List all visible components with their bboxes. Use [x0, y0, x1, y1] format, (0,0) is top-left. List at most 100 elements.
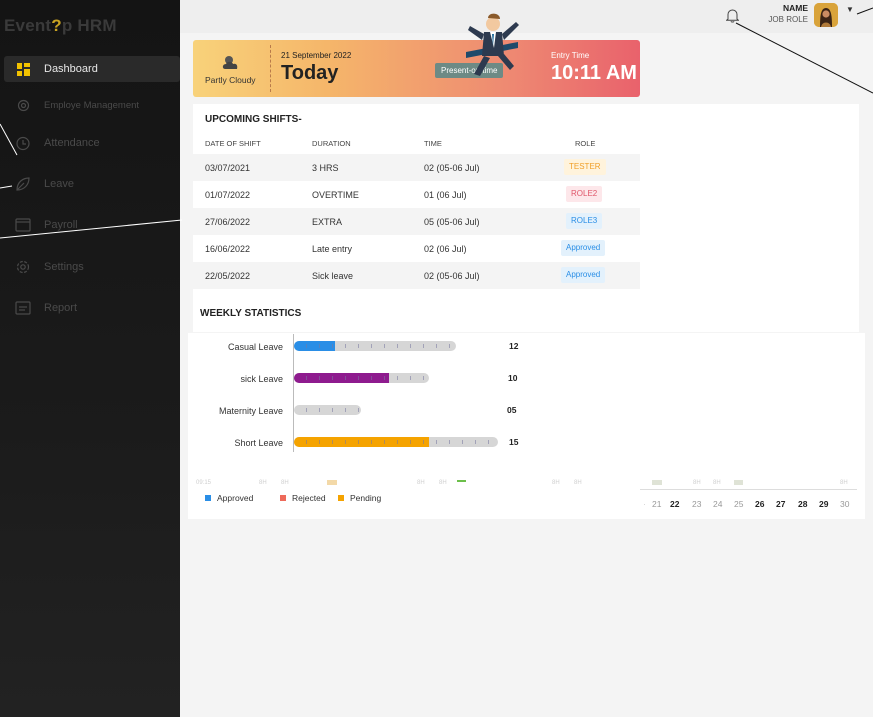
column-header-date: DATE OF SHIFT: [205, 139, 261, 148]
sidebar-item-settings[interactable]: Settings: [4, 254, 180, 280]
timeline-label: 8H: [693, 480, 701, 486]
sidebar-item-attendance[interactable]: Attendance: [4, 130, 180, 156]
wallet-icon: [14, 216, 32, 234]
sidebar-item-label: Leave: [44, 178, 74, 190]
bar-value: 15: [509, 437, 519, 447]
bar-sick-leave[interactable]: [294, 373, 429, 383]
timeline-label: 09:15: [196, 480, 212, 486]
attendance-banner: Partly Cloudy 21 September 2022 Today Pr…: [193, 40, 640, 97]
shift-duration: Sick leave: [312, 271, 354, 281]
sidebar-item-label: Payroll: [44, 219, 78, 231]
calendar-day[interactable]: 30: [840, 499, 849, 509]
gear-user-icon: [14, 96, 32, 114]
timeline-label: 8H: [439, 480, 447, 486]
sidebar-item-employee-management[interactable]: Employe Management: [4, 92, 180, 118]
gear-icon: [14, 258, 32, 276]
dashboard-grid-icon: [14, 60, 32, 78]
shift-time: 02 (05-06 Jul): [424, 271, 480, 281]
column-header-time: TIME: [424, 139, 442, 148]
timeline-block: [457, 480, 466, 482]
shift-duration: EXTRA: [312, 217, 343, 227]
timeline-label: 8H: [840, 480, 848, 486]
table-row[interactable]: 16/06/2022 Late entry 02 (06 Jul) Approv…: [193, 235, 640, 262]
shift-time: 02 (05-06 Jul): [424, 163, 480, 173]
entry-time-value: 10:11 AM: [551, 62, 637, 84]
running-man-illustration: [458, 12, 526, 87]
sidebar-item-label: Report: [44, 302, 78, 314]
calendar-dot: ·: [643, 499, 646, 509]
sidebar-item-report[interactable]: Report: [4, 295, 180, 321]
bar-maternity-leave[interactable]: [294, 405, 361, 415]
report-icon: [14, 299, 32, 317]
shift-date: 03/07/2021: [205, 163, 251, 173]
calendar-divider: [640, 489, 857, 490]
calendar-day[interactable]: 22: [670, 499, 679, 509]
sidebar-item-label: Employe Management: [44, 99, 140, 111]
shift-time: 01 (06 Jul): [424, 190, 467, 200]
bulb-icon: ?: [51, 16, 62, 35]
shift-date: 27/06/2022: [205, 217, 251, 227]
column-header-duration: DURATION: [312, 139, 351, 148]
calendar-day[interactable]: 21: [652, 499, 661, 509]
upcoming-shifts-card: UPCOMING SHIFTS- DATE OF SHIFT DURATION …: [193, 104, 859, 332]
timeline-label: 8H: [713, 480, 721, 486]
weekly-statistics-title: WEEKLY STATISTICS: [200, 308, 302, 319]
role-badge: TESTER: [564, 159, 606, 175]
sidebar-item-label: Dashboard: [44, 63, 98, 75]
today-label: Today: [281, 62, 339, 84]
bar-ticks: [294, 405, 361, 415]
calendar-day[interactable]: 27: [776, 499, 785, 509]
calendar-day[interactable]: 23: [692, 499, 701, 509]
table-row[interactable]: 03/07/2021 3 HRS 02 (05-06 Jul) TESTER: [193, 154, 640, 181]
timeline-block: [327, 480, 337, 485]
avatar[interactable]: [814, 3, 838, 27]
role-badge: ROLE3: [566, 213, 603, 229]
sidebar-item-label: Attendance: [44, 137, 100, 149]
banner-divider: [270, 45, 271, 92]
sidebar-item-payroll[interactable]: Payroll: [4, 212, 180, 238]
shift-duration: 3 HRS: [312, 163, 339, 173]
bar-short-leave[interactable]: [294, 437, 498, 447]
timeline-label: 8H: [417, 480, 425, 486]
user-role: JOB ROLE: [768, 15, 808, 24]
calendar-day[interactable]: 24: [713, 499, 722, 509]
shift-time: 05 (05-06 Jul): [424, 217, 480, 227]
bell-icon[interactable]: [725, 8, 740, 28]
legend-swatch: [280, 495, 286, 501]
shift-duration: Late entry: [312, 244, 353, 254]
bar-value: 10: [508, 373, 518, 383]
shift-time: 02 (06 Jul): [424, 244, 467, 254]
bar-ticks: [294, 437, 498, 447]
chart-axis: [293, 334, 294, 452]
timeline-label: 8H: [281, 480, 289, 486]
calendar-day[interactable]: 26: [755, 499, 764, 509]
timeline-label: 8H: [259, 480, 267, 486]
sidebar-item-leave[interactable]: Leave: [4, 171, 180, 197]
legend-approved: Approved: [205, 493, 253, 503]
bar-label-short-leave: Short Leave: [234, 438, 283, 448]
role-badge: Approved: [561, 240, 606, 256]
entry-time-label: Entry Time: [551, 51, 590, 60]
timeline-label: 8H: [574, 480, 582, 486]
chevron-down-icon[interactable]: ▼: [846, 5, 854, 14]
sidebar-item-dashboard[interactable]: Dashboard: [4, 56, 180, 82]
bar-casual-leave[interactable]: [294, 341, 456, 351]
shift-date: 01/07/2022: [205, 190, 251, 200]
sidebar-item-label: Settings: [44, 261, 84, 273]
table-row[interactable]: 01/07/2022 OVERTIME 01 (06 Jul) ROLE2: [193, 181, 640, 208]
calendar-day[interactable]: 28: [798, 499, 807, 509]
table-row[interactable]: 27/06/2022 EXTRA 05 (05-06 Jul) ROLE3: [193, 208, 640, 235]
calendar-day[interactable]: 29: [819, 499, 828, 509]
timeline-label: 8H: [552, 480, 560, 486]
role-badge: Approved: [561, 267, 606, 283]
shift-duration: OVERTIME: [312, 190, 359, 200]
calendar-day[interactable]: 25: [734, 499, 743, 509]
bar-value: 12: [509, 341, 519, 351]
timeline-block: [734, 480, 743, 485]
app-logo: Event?p HRM: [4, 16, 117, 35]
bar-ticks: [294, 341, 456, 351]
table-row[interactable]: 22/05/2022 Sick leave 02 (05-06 Jul) App…: [193, 262, 640, 289]
weather-label: Partly Cloudy: [205, 75, 256, 85]
user-name: NAME: [782, 3, 808, 13]
upcoming-shifts-title: UPCOMING SHIFTS-: [205, 114, 302, 125]
